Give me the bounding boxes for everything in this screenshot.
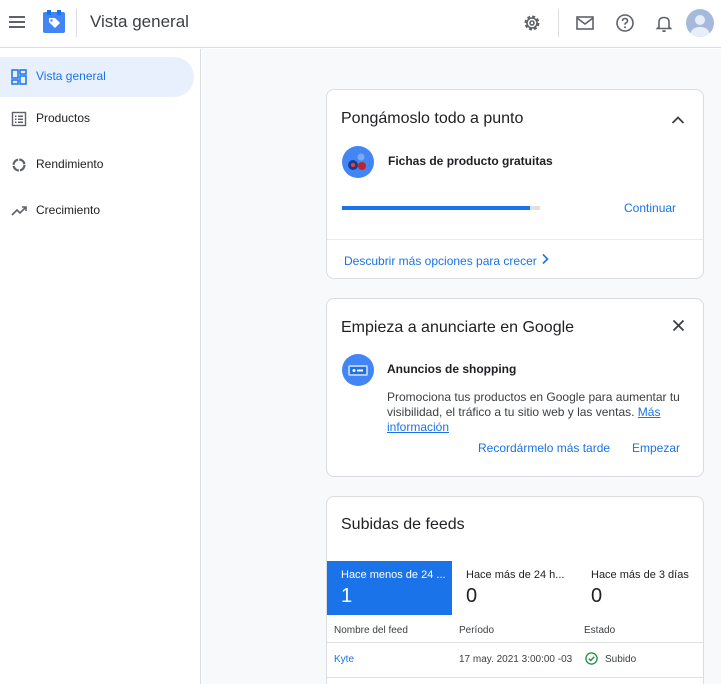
divider [327, 239, 703, 240]
sidebar-item-label: Vista general [36, 69, 106, 83]
feed-status: Subido [605, 654, 637, 665]
sidebar-item-crecimiento[interactable]: Crecimiento [0, 191, 194, 231]
stat-value: 0 [591, 585, 603, 607]
discover-more-link[interactable]: Descubrir más opciones para crecer [344, 252, 549, 270]
stat-label: Hace más de 3 días [591, 569, 689, 581]
free-listings-label: Fichas de producto gratuitas [388, 154, 553, 168]
toolbar-divider [558, 9, 559, 37]
start-button[interactable]: Empezar [632, 441, 680, 455]
merchant-center-logo[interactable] [42, 10, 66, 34]
stat-value: 0 [466, 585, 478, 607]
title-divider [76, 9, 77, 37]
top-app-bar: Vista general [0, 0, 721, 48]
chevron-up-icon[interactable] [671, 112, 685, 124]
stat-tab-more-than-24h[interactable]: Hace más de 24 h... 0 [452, 561, 577, 615]
discover-more-label: Descubrir más opciones para crecer [344, 254, 537, 268]
mail-icon[interactable] [574, 12, 596, 34]
stat-label: Hace menos de 24 ... [341, 569, 446, 581]
card-title: Subidas de feeds [341, 516, 465, 533]
help-icon[interactable] [614, 12, 636, 34]
shopping-ads-description: Promociona tus productos en Google para … [387, 390, 687, 435]
donut-chart-icon [11, 157, 27, 173]
sidebar-item-label: Productos [36, 111, 91, 125]
avatar[interactable] [686, 9, 714, 37]
stat-value: 1 [341, 585, 353, 607]
shopping-ads-illustration-icon [341, 353, 375, 387]
stat-tab-more-than-3-days[interactable]: Hace más de 3 días 0 [577, 561, 703, 615]
sidebar-item-label: Rendimiento [36, 157, 104, 171]
stat-label: Hace más de 24 h... [466, 569, 565, 581]
feed-uploads-card: Subidas de feeds Hace menos de 24 ... 1 … [326, 496, 704, 684]
free-listings-illustration-icon [341, 145, 375, 179]
shopping-ads-label: Anuncios de shopping [387, 362, 517, 376]
sidebar-item-label: Crecimiento [36, 203, 101, 217]
main-content: Pongámoslo todo a punto Fichas de produc… [202, 49, 721, 684]
setup-card: Pongámoslo todo a punto Fichas de produc… [326, 89, 704, 279]
divider [327, 677, 703, 678]
setup-progress-bar [342, 206, 540, 210]
column-header-feed-name[interactable]: Nombre del feed [334, 625, 408, 636]
feed-name-link[interactable]: Kyte [334, 654, 354, 665]
continue-link[interactable]: Continuar [624, 201, 676, 215]
table-row: Kyte 17 may. 2021 3:00:00 -03 Subido [327, 643, 703, 677]
remind-later-button[interactable]: Recordármelo más tarde [478, 441, 610, 455]
check-circle-icon [585, 652, 598, 665]
sidebar-item-vista-general[interactable]: Vista general [0, 57, 194, 97]
dashboard-icon [11, 69, 27, 85]
list-icon [11, 111, 27, 127]
close-icon[interactable] [672, 319, 685, 332]
shopping-ads-card: Empieza a anunciarte en Google Anuncios … [326, 298, 704, 477]
sidebar: Vista general Productos Rendimiento Crec… [0, 49, 201, 684]
stat-tab-less-than-24h[interactable]: Hace menos de 24 ... 1 [327, 561, 452, 615]
progress-fill [342, 206, 531, 210]
chevron-right-icon [541, 252, 549, 270]
sidebar-item-productos[interactable]: Productos [0, 99, 194, 139]
column-header-status[interactable]: Estado [584, 625, 615, 636]
card-title: Pongámoslo todo a punto [341, 110, 524, 127]
sidebar-item-rendimiento[interactable]: Rendimiento [0, 145, 194, 185]
column-header-period[interactable]: Período [459, 625, 494, 636]
trending-up-icon [11, 203, 27, 219]
page-title: Vista general [90, 12, 189, 31]
card-title: Empieza a anunciarte en Google [341, 319, 575, 336]
menu-icon[interactable] [8, 12, 28, 32]
description-text: Promociona tus productos en Google para … [387, 390, 680, 419]
feed-period: 17 may. 2021 3:00:00 -03 [459, 654, 573, 665]
gear-icon[interactable] [521, 12, 543, 34]
bell-icon[interactable] [653, 12, 675, 34]
